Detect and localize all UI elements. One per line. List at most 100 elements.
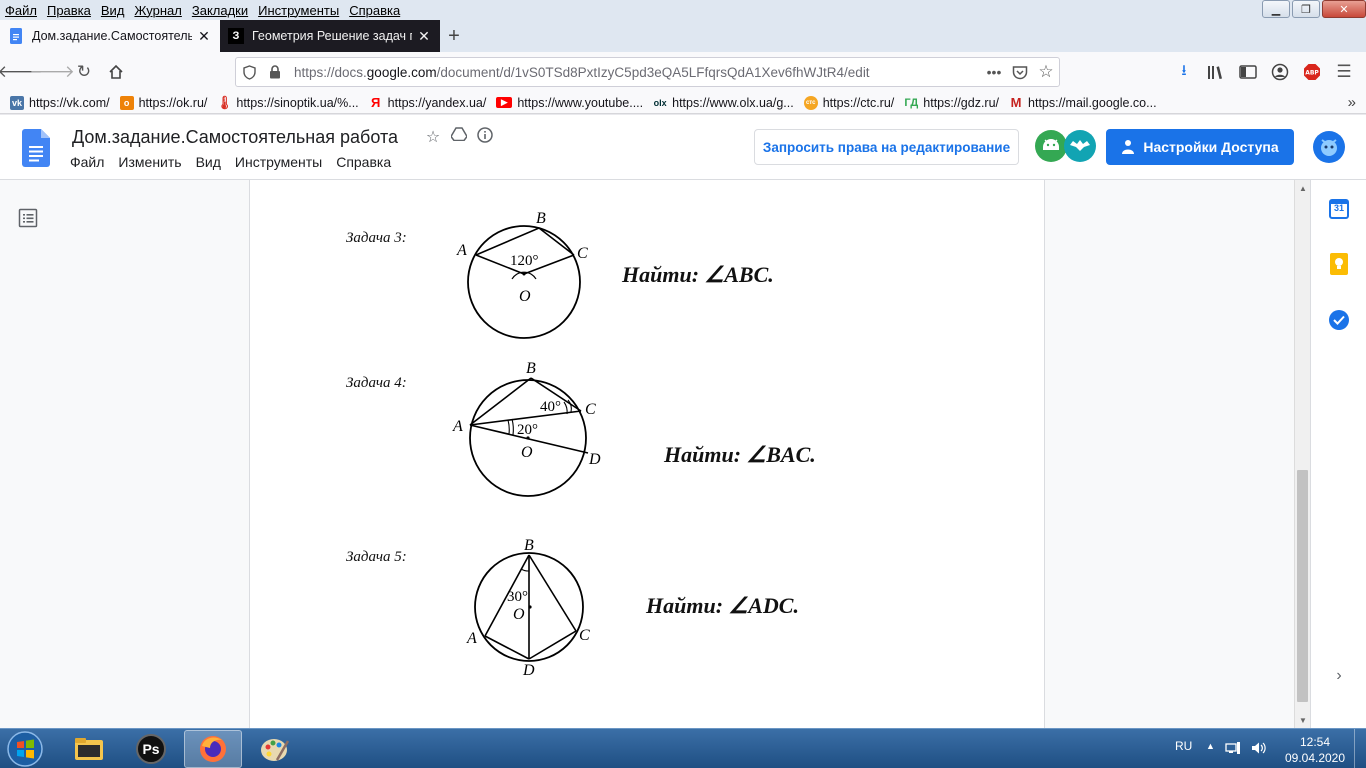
scrollbar-thumb[interactable] [1297,470,1308,702]
account-icon[interactable] [1264,56,1296,88]
bookmark-olx[interactable]: olx https://www.olx.ua/g... [653,96,794,110]
network-icon[interactable] [1225,741,1241,755]
clock-date: 09.04.2020 [1284,751,1346,765]
expand-panel-button[interactable]: › [1328,665,1350,687]
bookmark-gmail[interactable]: Mhttps://mail.google.co... [1009,95,1157,110]
task-4-find: Найти: ∠BAC. [664,442,816,467]
shield-icon[interactable] [236,59,262,85]
taskbar-paint[interactable] [246,730,304,768]
request-edit-button[interactable]: Запросить права на редактирование [754,129,1019,165]
forward-button[interactable]: 🡒 [29,56,75,88]
menu-history[interactable]: Журнал [129,3,186,18]
keep-button[interactable] [1328,253,1350,275]
sidebar-icon[interactable] [1232,56,1264,88]
library-icon[interactable] [1200,56,1232,88]
document-outline-icon[interactable] [18,208,38,228]
pocket-icon[interactable] [1007,59,1033,85]
windows-start-icon[interactable] [4,730,46,768]
docs-menu-view[interactable]: Вид [189,154,228,170]
olx-icon: olx [653,97,667,108]
adblock-icon[interactable]: ABP [1296,56,1328,88]
menu-file[interactable]: Файл [0,3,42,18]
home-button[interactable] [100,56,132,88]
volume-icon[interactable] [1251,741,1267,755]
taskbar-explorer[interactable] [60,730,118,768]
google-docs-logo-icon[interactable] [22,129,50,167]
minimize-button[interactable]: ▁ [1262,0,1290,18]
docs-menu-edit[interactable]: Изменить [111,154,188,170]
docs-menu-tools[interactable]: Инструменты [228,154,329,170]
star-icon[interactable]: ☆ [420,127,446,148]
calendar-button[interactable]: 31 [1328,198,1350,220]
task-3-point-o: O [519,288,531,305]
youtube-icon: ▶ [496,97,513,108]
task-3-point-b: B [536,210,546,227]
bookmark-sinoptik[interactable]: 🌡 https://sinoptik.ua/%... [216,94,359,110]
url-path: /document/d/1vS0TSd8PxtIzyC5pd3eQA5LFfqr… [436,64,870,80]
taskbar-photoshop[interactable]: Ps [122,730,180,768]
docs-menu: Файл Изменить Вид Инструменты Справка [63,154,398,170]
scroll-down-icon[interactable]: ▼ [1295,712,1311,728]
language-indicator[interactable]: RU [1175,739,1192,753]
bookmark-label: https://vk.com/ [29,95,110,110]
chevrons-right-icon[interactable]: » [1348,94,1356,111]
share-button[interactable]: Настройки Доступа [1106,129,1294,165]
task-5-point-a: A [466,630,477,647]
bookmark-ok[interactable]: о https://ok.ru/ [119,95,208,110]
user-avatar[interactable] [1313,131,1345,163]
tasks-button[interactable] [1328,309,1350,331]
reload-button[interactable]: ↻ [68,56,100,88]
show-desktop-button[interactable] [1354,729,1366,768]
task-4-angle-40: 40° [540,399,561,415]
docs-menu-file[interactable]: Файл [63,154,111,170]
tray-expand-icon[interactable]: ▲ [1206,741,1215,755]
svg-text:ABP: ABP [1305,70,1319,77]
tab-close-icon[interactable]: ✕ [416,28,432,45]
bookmark-label: https://ok.ru/ [138,95,208,110]
document-page[interactable]: Задача 3: A B C O 120° Найти: ∠ABC. Зада… [249,180,1045,728]
scroll-up-icon[interactable]: ▲ [1295,180,1311,196]
bookmark-gdz[interactable]: ГД https://gdz.ru/ [904,96,999,110]
bookmark-label: https://sinoptik.ua/%... [236,95,359,110]
tab-docs[interactable]: Дом.задание.Самостоятельна ✕ [0,20,220,52]
gmail-icon: M [1010,95,1022,110]
new-tab-button[interactable]: + [440,20,468,52]
google-docs-favicon-icon [8,28,24,44]
menu-bookmarks[interactable]: Закладки [187,3,253,18]
task-4-arc-20 [507,419,510,435]
bookmark-ctc[interactable]: стс https://ctc.ru/ [803,95,894,110]
info-icon[interactable] [472,127,498,148]
downloads-icon[interactable]: ⭳ [1168,56,1200,88]
drive-icon[interactable] [446,127,472,148]
thermometer-icon: 🌡 [216,94,233,110]
bookmark-star-icon[interactable]: ☆ [1033,59,1059,85]
document-title[interactable]: Дом.задание.Самостоятельная работа [72,127,398,148]
menu-help[interactable]: Справка [344,3,405,18]
page-actions-button[interactable]: ••• [981,59,1007,85]
bookmark-youtube[interactable]: ▶ https://www.youtube.... [496,96,643,110]
task-4-point-b: B [526,360,536,377]
menu-edit[interactable]: Правка [42,3,96,18]
collaborator-avatar-1[interactable] [1035,130,1067,162]
address-bar[interactable]: https://docs.google.com/document/d/1vS0T… [235,57,1060,87]
menu-tools[interactable]: Инструменты [253,3,344,18]
bookmark-yandex[interactable]: Яhttps://yandex.ua/ [369,95,486,110]
system-clock[interactable]: 12:54 09.04.2020 [1282,734,1348,766]
url-text[interactable]: https://docs.google.com/document/d/1vS0T… [288,65,981,80]
lock-icon[interactable] [262,59,288,85]
docs-menu-help[interactable]: Справка [329,154,398,170]
menu-view[interactable]: Вид [96,3,130,18]
task-3-point-c: C [577,245,588,262]
bat-icon [1070,140,1090,151]
collaborator-avatar-2[interactable] [1064,130,1096,162]
task-3-angle-label: 120° [510,253,539,269]
vk-icon: vk [10,95,24,110]
taskbar-firefox[interactable] [184,730,242,768]
bookmark-vk[interactable]: vk https://vk.com/ [10,95,110,110]
vertical-scrollbar[interactable]: ▲ ▼ [1294,180,1310,728]
maximize-button[interactable]: ❐ [1292,0,1320,18]
close-window-button[interactable]: ✕ [1322,0,1366,18]
hamburger-menu-icon[interactable]: ☰ [1328,56,1360,88]
tab-close-icon[interactable]: ✕ [196,28,212,45]
tab-geometry[interactable]: З Геометрия Решение задач по ✕ [220,20,440,52]
